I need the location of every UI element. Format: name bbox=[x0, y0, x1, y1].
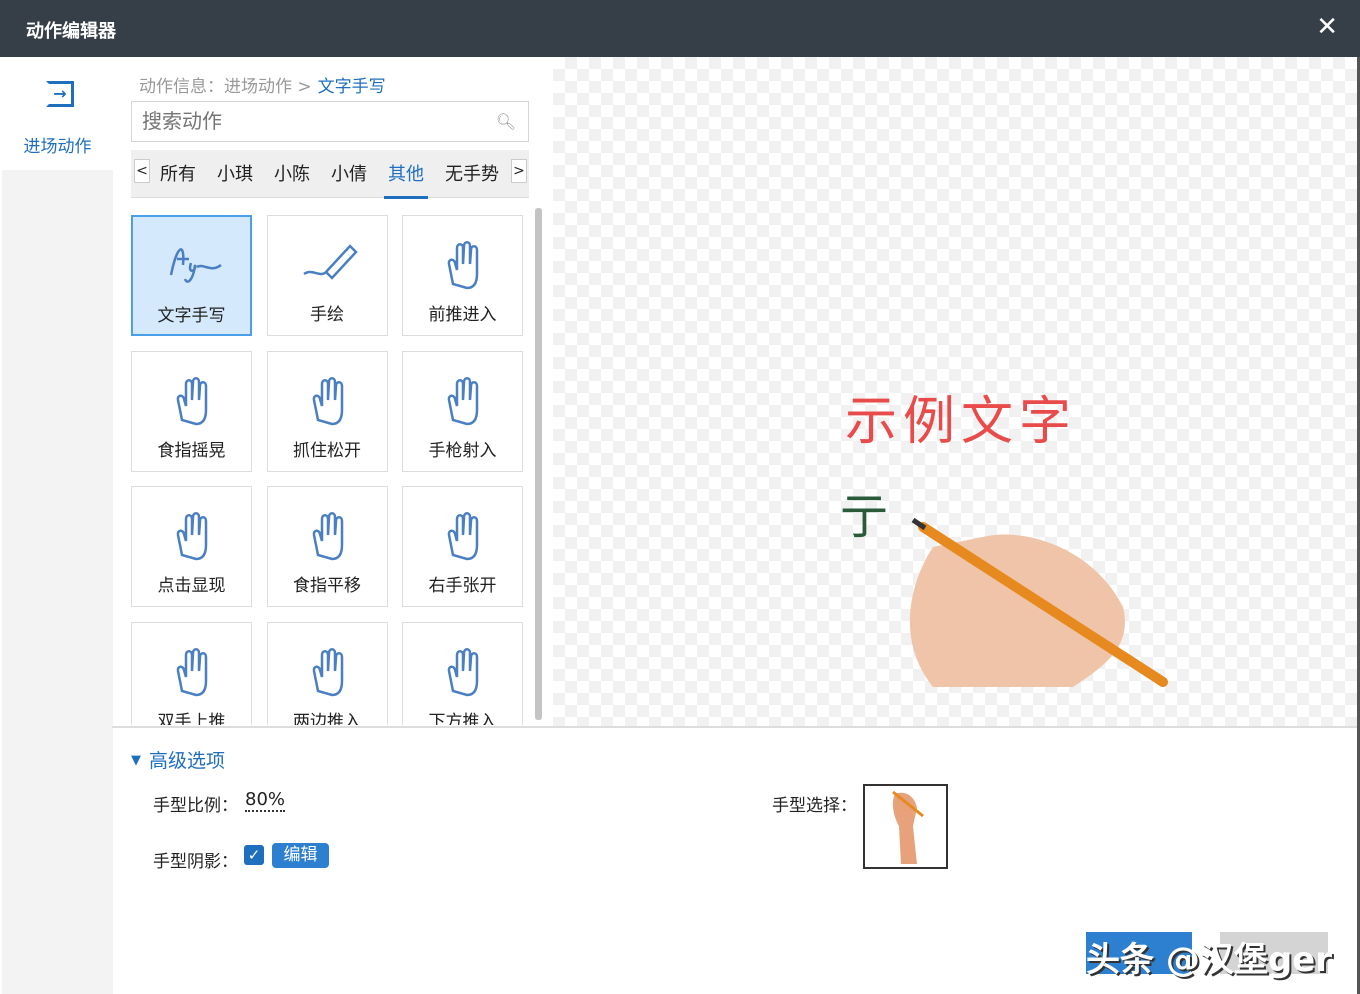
tab-next-button[interactable]: > bbox=[511, 159, 527, 183]
action-tile[interactable]: 两边推入 bbox=[266, 621, 388, 726]
breadcrumb-prefix: 动作信息：进场动作 > bbox=[139, 77, 312, 97]
side-push-icon bbox=[312, 647, 343, 696]
tap-icon bbox=[176, 512, 208, 561]
search-icon[interactable]: 🔍︎ bbox=[496, 112, 516, 131]
partial-character: 亍 bbox=[840, 489, 889, 545]
enter-icon: → bbox=[46, 81, 74, 107]
action-tile[interactable]: 前推进入 bbox=[402, 215, 523, 336]
action-label: 右手张开 bbox=[428, 576, 497, 596]
shadow-checkbox[interactable]: ✓ bbox=[244, 845, 264, 865]
action-label: 前推进入 bbox=[428, 305, 497, 325]
action-tile[interactable]: 食指摇晃 bbox=[131, 350, 252, 472]
hand-thumbnail-image bbox=[892, 790, 924, 864]
sidebar-item-label: 进场动作 bbox=[23, 137, 92, 157]
tab-xiaoqian[interactable]: 小倩 bbox=[331, 160, 367, 186]
tab-no-gesture[interactable]: 无手势 bbox=[445, 160, 499, 186]
hand-select-label: 手型选择： bbox=[772, 796, 857, 816]
category-tabs: < 所有 小琪 小陈 小倩 其他 无手势 > bbox=[131, 150, 529, 199]
window-title: 动作编辑器 bbox=[26, 21, 116, 42]
action-label: 抓住松开 bbox=[293, 440, 361, 461]
advanced-options-toggle[interactable]: ▼ 高级选项 bbox=[131, 746, 225, 773]
advanced-title: 高级选项 bbox=[149, 750, 226, 772]
action-label: 文字手写 bbox=[157, 306, 226, 326]
edit-shadow-button[interactable]: 编辑 bbox=[272, 843, 329, 868]
scale-value[interactable]: 80% bbox=[245, 789, 286, 812]
watermark: 头条 @汉堡ger bbox=[1086, 932, 1332, 980]
breadcrumb: 动作信息：进场动作 > 文字手写 bbox=[139, 72, 386, 97]
divider bbox=[112, 726, 1357, 728]
sidebar-item-entrance[interactable]: → 进场动作 bbox=[2, 57, 113, 170]
preview-canvas: 示例文字 亍 bbox=[553, 57, 1357, 728]
finger-gun-icon bbox=[447, 376, 479, 425]
breadcrumb-current: 文字手写 bbox=[317, 77, 386, 97]
scale-label: 手型比例： bbox=[153, 796, 238, 816]
action-label: 点击显现 bbox=[157, 576, 226, 596]
tab-other[interactable]: 其他 bbox=[384, 160, 428, 199]
hand-select-thumbnail[interactable] bbox=[863, 784, 948, 869]
tab-prev-button[interactable]: < bbox=[134, 159, 150, 183]
action-label: 下方推入 bbox=[428, 711, 497, 726]
tab-all[interactable]: 所有 bbox=[160, 160, 196, 186]
tab-xiaoqi[interactable]: 小琪 bbox=[217, 160, 253, 186]
handwriting-icon bbox=[169, 248, 222, 283]
action-tile[interactable]: 食指平移 bbox=[266, 486, 388, 607]
action-tile[interactable]: 文字手写 bbox=[131, 215, 252, 336]
action-tile[interactable]: 手枪射入 bbox=[402, 350, 523, 472]
hand-with-pencil-image bbox=[909, 517, 1168, 687]
search-box: 🔍︎ bbox=[131, 101, 529, 142]
action-label: 双手上推 bbox=[157, 711, 226, 726]
action-tile[interactable]: 点击显现 bbox=[131, 486, 252, 607]
action-label: 手枪射入 bbox=[428, 440, 497, 461]
sidebar: → 进场动作 bbox=[2, 57, 113, 994]
action-tile[interactable]: 手绘 bbox=[266, 215, 388, 336]
bottom-push-icon bbox=[447, 647, 479, 696]
pen-icon bbox=[302, 244, 358, 280]
grab-icon bbox=[312, 376, 343, 425]
action-label: 食指摇晃 bbox=[157, 440, 226, 461]
finger-shake-icon bbox=[176, 376, 208, 425]
hand-push-icon bbox=[447, 241, 479, 290]
action-tile[interactable]: 双手上推 bbox=[131, 621, 252, 726]
action-tile[interactable]: 抓住松开 bbox=[266, 350, 388, 472]
finger-move-icon bbox=[312, 512, 343, 561]
shadow-label: 手型阴影： bbox=[153, 852, 238, 872]
two-hands-icon bbox=[176, 647, 208, 696]
title-bar: 动作编辑器 ✕ bbox=[0, 0, 1360, 57]
triangle-down-icon: ▼ bbox=[131, 753, 141, 768]
action-grid: 文字手写 手绘 前推进入食指摇晃 抓住松开 手枪射入点击显现 食指平移 右手张开双手上推 两边… bbox=[131, 215, 526, 725]
scrollbar[interactable] bbox=[535, 208, 542, 720]
action-tile[interactable]: 下方推入 bbox=[402, 621, 523, 726]
open-hand-icon bbox=[447, 512, 479, 561]
search-input[interactable] bbox=[142, 102, 482, 140]
sample-text: 示例文字 bbox=[845, 392, 1078, 452]
action-label: 手绘 bbox=[310, 305, 344, 325]
action-label: 食指平移 bbox=[293, 576, 361, 596]
action-label: 两边推入 bbox=[293, 711, 361, 726]
close-button[interactable]: ✕ bbox=[1316, 12, 1338, 42]
tab-xiaochen[interactable]: 小陈 bbox=[274, 160, 310, 186]
action-tile[interactable]: 右手张开 bbox=[402, 486, 523, 607]
